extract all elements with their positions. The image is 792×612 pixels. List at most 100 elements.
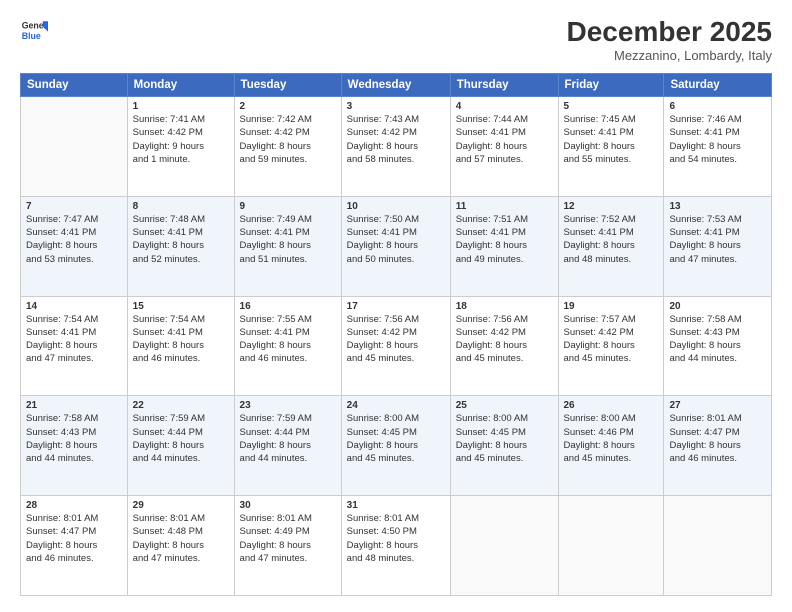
table-row bbox=[664, 496, 772, 596]
cell-line: and 44 minutes. bbox=[26, 452, 122, 465]
day-number: 10 bbox=[347, 201, 445, 212]
cell-line: Sunrise: 8:00 AM bbox=[347, 412, 445, 425]
cell-line: and 48 minutes. bbox=[564, 253, 659, 266]
cell-line: and 45 minutes. bbox=[456, 452, 553, 465]
day-number: 12 bbox=[564, 201, 659, 212]
day-number: 23 bbox=[240, 400, 336, 411]
cell-line: Sunset: 4:42 PM bbox=[456, 326, 553, 339]
cell-line: and 57 minutes. bbox=[456, 153, 553, 166]
cell-line: Sunset: 4:41 PM bbox=[456, 226, 553, 239]
cell-line: Sunrise: 8:01 AM bbox=[133, 512, 229, 525]
cell-line: Sunrise: 8:00 AM bbox=[564, 412, 659, 425]
cell-line: Daylight: 8 hours bbox=[347, 439, 445, 452]
cell-line: Sunrise: 7:59 AM bbox=[133, 412, 229, 425]
cell-line: Sunrise: 7:59 AM bbox=[240, 412, 336, 425]
cell-line: Sunrise: 7:43 AM bbox=[347, 113, 445, 126]
cell-line: Sunset: 4:41 PM bbox=[26, 326, 122, 339]
cell-line: Daylight: 8 hours bbox=[240, 239, 336, 252]
cell-line: Sunrise: 8:01 AM bbox=[669, 412, 766, 425]
table-row: 23Sunrise: 7:59 AMSunset: 4:44 PMDayligh… bbox=[234, 396, 341, 496]
calendar-week-row: 7Sunrise: 7:47 AMSunset: 4:41 PMDaylight… bbox=[21, 196, 772, 296]
cell-line: Daylight: 8 hours bbox=[669, 140, 766, 153]
col-sunday: Sunday bbox=[21, 74, 128, 97]
table-row: 25Sunrise: 8:00 AMSunset: 4:45 PMDayligh… bbox=[450, 396, 558, 496]
cell-line: and 45 minutes. bbox=[564, 452, 659, 465]
cell-line: and 53 minutes. bbox=[26, 253, 122, 266]
day-number: 3 bbox=[347, 101, 445, 112]
cell-line: and 48 minutes. bbox=[347, 552, 445, 565]
title-block: December 2025 Mezzanino, Lombardy, Italy bbox=[567, 16, 772, 63]
table-row: 26Sunrise: 8:00 AMSunset: 4:46 PMDayligh… bbox=[558, 396, 664, 496]
day-number: 5 bbox=[564, 101, 659, 112]
cell-line: Daylight: 8 hours bbox=[456, 239, 553, 252]
day-number: 25 bbox=[456, 400, 553, 411]
calendar-week-row: 28Sunrise: 8:01 AMSunset: 4:47 PMDayligh… bbox=[21, 496, 772, 596]
cell-line: Sunset: 4:41 PM bbox=[564, 226, 659, 239]
cell-line: and 58 minutes. bbox=[347, 153, 445, 166]
table-row: 5Sunrise: 7:45 AMSunset: 4:41 PMDaylight… bbox=[558, 97, 664, 197]
table-row: 21Sunrise: 7:58 AMSunset: 4:43 PMDayligh… bbox=[21, 396, 128, 496]
cell-line: Sunset: 4:42 PM bbox=[240, 126, 336, 139]
cell-line: and 55 minutes. bbox=[564, 153, 659, 166]
cell-line: Sunrise: 7:55 AM bbox=[240, 313, 336, 326]
cell-line: Sunrise: 7:54 AM bbox=[133, 313, 229, 326]
cell-line: Sunrise: 8:01 AM bbox=[26, 512, 122, 525]
cell-line: Daylight: 8 hours bbox=[669, 439, 766, 452]
cell-line: Sunrise: 7:42 AM bbox=[240, 113, 336, 126]
cell-line: Sunrise: 7:58 AM bbox=[26, 412, 122, 425]
cell-line: and 47 minutes. bbox=[133, 552, 229, 565]
day-number: 1 bbox=[133, 101, 229, 112]
col-wednesday: Wednesday bbox=[341, 74, 450, 97]
cell-line: Sunset: 4:48 PM bbox=[133, 525, 229, 538]
day-number: 4 bbox=[456, 101, 553, 112]
cell-line: Sunset: 4:41 PM bbox=[564, 126, 659, 139]
svg-text:Blue: Blue bbox=[22, 31, 41, 41]
cell-line: Sunrise: 7:52 AM bbox=[564, 213, 659, 226]
page: General Blue December 2025 Mezzanino, Lo… bbox=[0, 0, 792, 612]
cell-line: and 46 minutes. bbox=[240, 352, 336, 365]
day-number: 20 bbox=[669, 301, 766, 312]
cell-line: and 47 minutes. bbox=[26, 352, 122, 365]
table-row: 4Sunrise: 7:44 AMSunset: 4:41 PMDaylight… bbox=[450, 97, 558, 197]
col-monday: Monday bbox=[127, 74, 234, 97]
table-row: 19Sunrise: 7:57 AMSunset: 4:42 PMDayligh… bbox=[558, 296, 664, 396]
cell-line: and 45 minutes. bbox=[564, 352, 659, 365]
col-tuesday: Tuesday bbox=[234, 74, 341, 97]
cell-line: Daylight: 8 hours bbox=[26, 239, 122, 252]
day-number: 28 bbox=[26, 500, 122, 511]
table-row: 14Sunrise: 7:54 AMSunset: 4:41 PMDayligh… bbox=[21, 296, 128, 396]
calendar-week-row: 1Sunrise: 7:41 AM Sunset: 4:42 PM Daylight… bbox=[21, 97, 772, 197]
cell-line: Sunset: 4:41 PM bbox=[240, 226, 336, 239]
cell-line: Sunrise: 7:51 AM bbox=[456, 213, 553, 226]
header: General Blue December 2025 Mezzanino, Lo… bbox=[20, 16, 772, 63]
cell-line: Sunset: 4:43 PM bbox=[669, 326, 766, 339]
cell-line: Sunrise: 7:41 AM bbox=[133, 113, 229, 126]
cell-line: and 54 minutes. bbox=[669, 153, 766, 166]
cell-line: and 45 minutes. bbox=[347, 352, 445, 365]
cell-line: Daylight: 8 hours bbox=[240, 539, 336, 552]
cell-line: Daylight: 8 hours bbox=[26, 539, 122, 552]
table-row: 30Sunrise: 8:01 AMSunset: 4:49 PMDayligh… bbox=[234, 496, 341, 596]
cell-line: Daylight: 9 hours bbox=[133, 140, 229, 153]
cell-line: Daylight: 8 hours bbox=[133, 339, 229, 352]
cell-line: Daylight: 8 hours bbox=[133, 439, 229, 452]
cell-line: Daylight: 8 hours bbox=[133, 539, 229, 552]
cell-line: Daylight: 8 hours bbox=[347, 339, 445, 352]
cell-line: Sunset: 4:45 PM bbox=[456, 426, 553, 439]
cell-line: Sunrise: 7:54 AM bbox=[26, 313, 122, 326]
cell-line: and 46 minutes. bbox=[26, 552, 122, 565]
day-number: 14 bbox=[26, 301, 122, 312]
cell-line: Sunset: 4:43 PM bbox=[26, 426, 122, 439]
table-row bbox=[21, 97, 128, 197]
cell-line: Daylight: 8 hours bbox=[240, 339, 336, 352]
cell-line: and 1 minute. bbox=[133, 153, 229, 166]
cell-line: Sunrise: 7:56 AM bbox=[456, 313, 553, 326]
logo-icon: General Blue bbox=[20, 16, 48, 44]
cell-line: Sunset: 4:41 PM bbox=[669, 226, 766, 239]
month-title: December 2025 bbox=[567, 16, 772, 48]
day-number: 8 bbox=[133, 201, 229, 212]
table-row: 28Sunrise: 8:01 AMSunset: 4:47 PMDayligh… bbox=[21, 496, 128, 596]
calendar-week-row: 14Sunrise: 7:54 AMSunset: 4:41 PMDayligh… bbox=[21, 296, 772, 396]
cell-line: and 51 minutes. bbox=[240, 253, 336, 266]
cell-line: Sunset: 4:41 PM bbox=[456, 126, 553, 139]
